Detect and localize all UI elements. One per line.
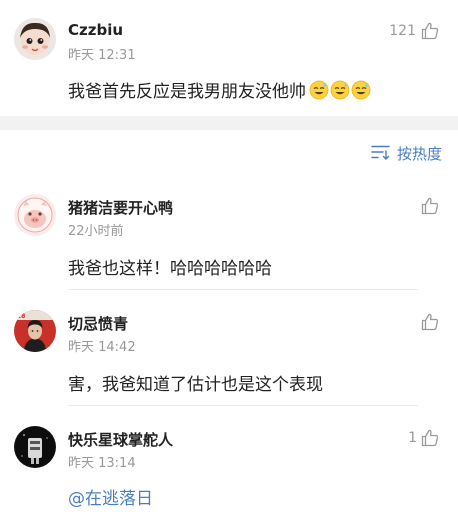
comment-author[interactable]: Czzbiu bbox=[68, 21, 123, 39]
like-button[interactable]: 121 bbox=[389, 21, 440, 41]
smiling-sweat-face-icon bbox=[309, 80, 329, 100]
emoji-group bbox=[308, 80, 371, 102]
smiling-sweat-face-icon bbox=[330, 80, 350, 100]
avatar[interactable] bbox=[14, 194, 56, 236]
reply-item: 猪猪洁要开心鸭 22小时前 我爸也这样！哈哈哈哈哈哈 bbox=[0, 180, 458, 290]
sort-label: 按热度 bbox=[396, 145, 442, 163]
avatar[interactable] bbox=[14, 426, 56, 468]
reply-text: 我爸也这样！哈哈哈哈哈哈 bbox=[68, 259, 272, 279]
top-comment: Czzbiu 昨天 12:31 121 我爸首先反应是我男朋友没他帅 bbox=[0, 0, 458, 118]
avatar[interactable]: 18 bbox=[14, 310, 56, 352]
smiling-sweat-face-icon bbox=[351, 80, 371, 100]
reply-text: 害，我爸知道了估计也是这个表现 bbox=[68, 375, 323, 395]
reply-author[interactable]: 快乐星球掌舵人 bbox=[68, 429, 173, 450]
thumbs-up-icon bbox=[420, 196, 440, 216]
like-button[interactable] bbox=[420, 312, 440, 332]
reply-author[interactable]: 切忌愤青 bbox=[68, 313, 128, 334]
avatar[interactable] bbox=[14, 18, 56, 60]
reply-item: 快乐星球掌舵人 昨天 13:14 1 @在逃落日 bbox=[0, 412, 458, 517]
like-button[interactable] bbox=[420, 196, 440, 216]
reply-time: 昨天 14:42 bbox=[68, 340, 136, 355]
sort-button[interactable]: 按热度 bbox=[371, 143, 442, 164]
divider bbox=[68, 405, 418, 406]
comment-time: 昨天 12:31 bbox=[68, 48, 136, 63]
comment-text: 我爸首先反应是我男朋友没他帅 bbox=[68, 77, 371, 102]
comment-text-content: 我爸首先反应是我男朋友没他帅 bbox=[68, 82, 306, 102]
svg-text:18: 18 bbox=[17, 313, 25, 320]
reply-item: 18 切忌愤青 昨天 14:42 害，我爸知道了估计也是这个表现 bbox=[0, 296, 458, 406]
divider bbox=[68, 289, 418, 290]
reply-author[interactable]: 猪猪洁要开心鸭 bbox=[68, 197, 173, 218]
sort-lines-icon bbox=[371, 144, 391, 164]
thumbs-up-icon bbox=[420, 428, 440, 448]
like-count: 1 bbox=[408, 430, 417, 446]
mention-link[interactable]: @在逃落日 bbox=[68, 484, 153, 509]
reply-time: 昨天 13:14 bbox=[68, 456, 136, 471]
reply-time: 22小时前 bbox=[68, 224, 124, 239]
thumbs-up-icon bbox=[420, 312, 440, 332]
section-separator bbox=[0, 116, 458, 130]
like-count: 121 bbox=[389, 23, 416, 39]
thumbs-up-icon bbox=[420, 21, 440, 41]
like-button[interactable]: 1 bbox=[408, 428, 440, 448]
